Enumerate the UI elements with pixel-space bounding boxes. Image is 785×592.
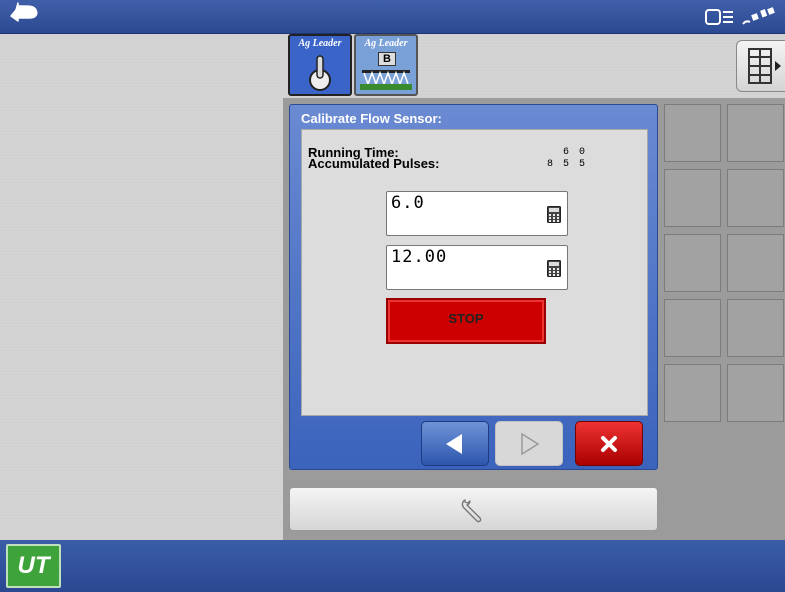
layout-grid-icon: [748, 48, 781, 84]
grid-cell[interactable]: [727, 234, 784, 292]
next-button[interactable]: [495, 421, 563, 466]
toggle-switch-icon: [309, 55, 331, 91]
total-volume-value: 6.0: [391, 193, 425, 213]
setup-tools-button[interactable]: [289, 487, 658, 531]
calculator-icon[interactable]: [547, 260, 561, 277]
grid-cell[interactable]: [664, 364, 721, 422]
grid-cell[interactable]: [664, 299, 721, 357]
implement-status-icon[interactable]: [705, 8, 735, 26]
flow-rate-field[interactable]: 12.00: [386, 245, 568, 290]
status-icons: [705, 4, 777, 30]
grid-cell[interactable]: [727, 104, 784, 162]
back-button[interactable]: [8, 2, 64, 32]
grid-cell[interactable]: [727, 169, 784, 227]
close-x-icon: [601, 436, 617, 452]
calibrate-flow-sensor-dialog: Calibrate Flow Sensor: Running Time: 6 0…: [289, 104, 658, 470]
back-arrow-icon: [10, 2, 38, 22]
left-arrow-icon: [446, 434, 462, 454]
tab-brand: Ag Leader: [298, 38, 342, 49]
tab-brand: Ag Leader: [364, 38, 408, 49]
bottom-bar: [0, 540, 785, 592]
flow-rate-value: 12.00: [391, 247, 448, 267]
total-volume-field[interactable]: 6.0: [386, 191, 568, 236]
gps-satellite-icon[interactable]: [741, 7, 777, 27]
tab-ag-leader-boom[interactable]: Ag Leader B: [354, 34, 418, 96]
calculator-icon[interactable]: [547, 206, 561, 223]
right-arrow-icon: [521, 432, 540, 456]
top-bar: [0, 0, 785, 34]
grid-cell[interactable]: [727, 364, 784, 422]
grid-cell[interactable]: [664, 234, 721, 292]
universal-terminal-logo[interactable]: UT: [6, 544, 61, 588]
grid-cell[interactable]: [727, 299, 784, 357]
previous-button[interactable]: [421, 421, 489, 466]
tab-ag-leader-switch[interactable]: Ag Leader: [288, 34, 352, 96]
left-panel: [0, 34, 283, 540]
dialog-title: Calibrate Flow Sensor:: [301, 111, 442, 126]
wrench-icon: [461, 499, 482, 523]
grid-cell[interactable]: [664, 104, 721, 162]
running-time-value: 6 0: [562, 147, 587, 158]
accumulated-pulses-value: 8 5 5: [546, 159, 587, 170]
grid-cell[interactable]: [664, 169, 721, 227]
accumulated-pulses-label: Accumulated Pulses:: [308, 156, 440, 171]
stop-button[interactable]: STOP: [386, 298, 546, 344]
sprayer-boom-icon: [360, 70, 412, 90]
dialog-body: Running Time: 6 0 Accumulated Pulses: 8 …: [301, 129, 648, 416]
cancel-button[interactable]: [575, 421, 643, 466]
layout-toggle-button[interactable]: [736, 40, 785, 92]
